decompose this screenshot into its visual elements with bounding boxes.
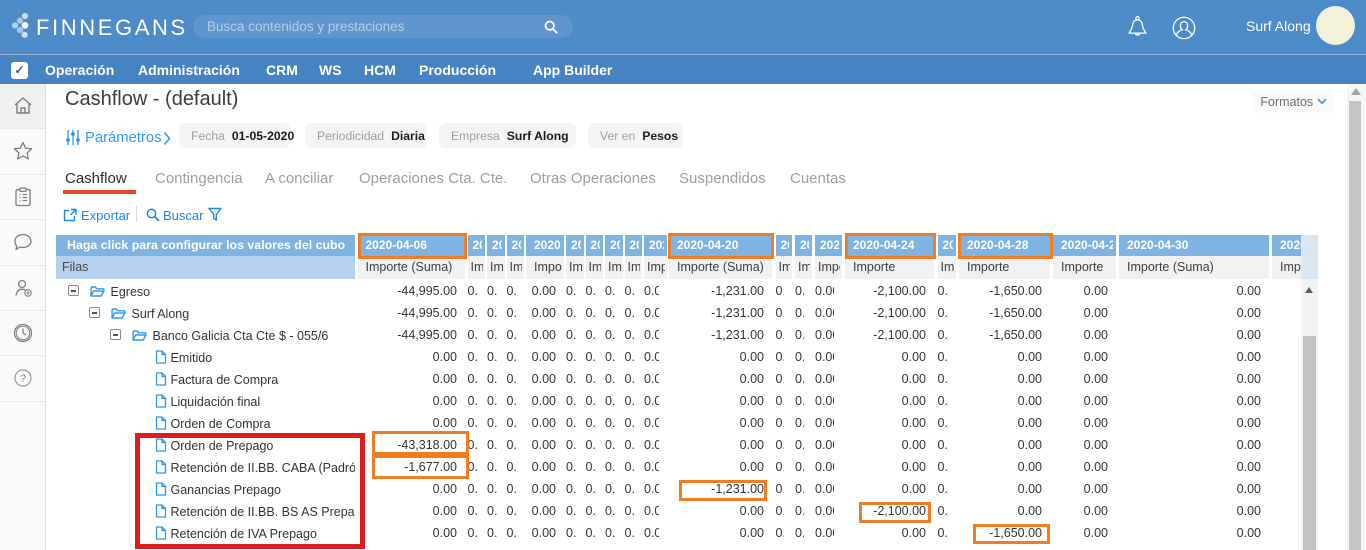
svg-text:?: ?	[20, 373, 26, 385]
